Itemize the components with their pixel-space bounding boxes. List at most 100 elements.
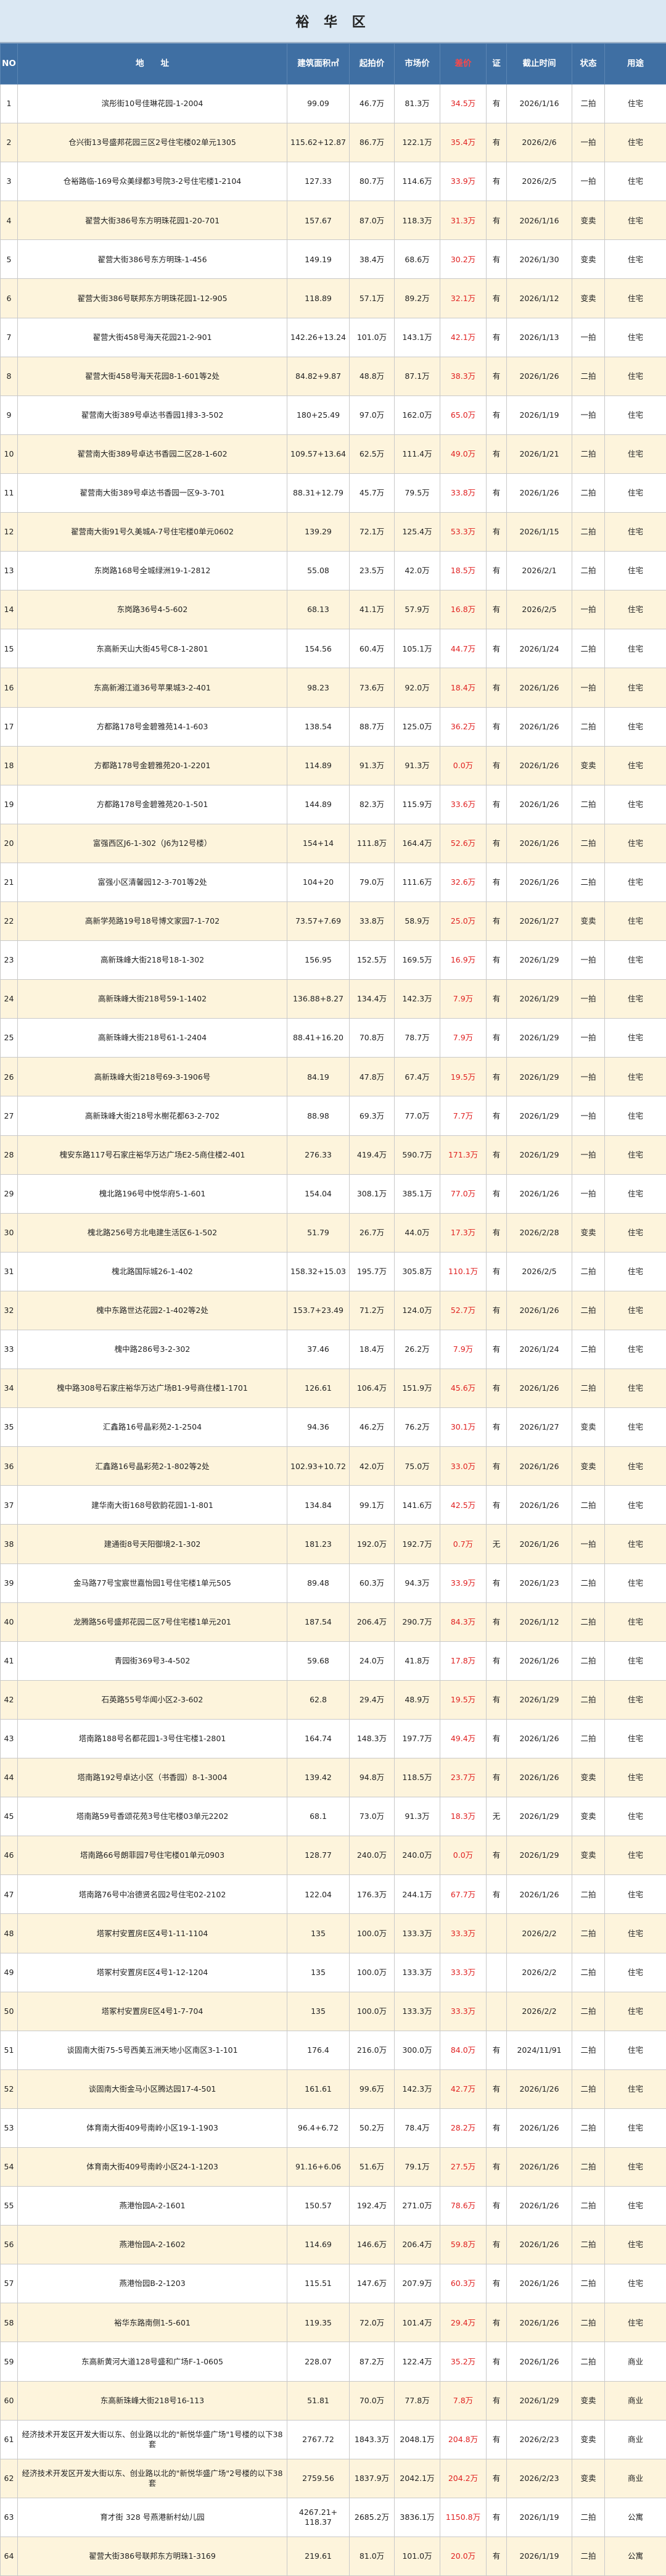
cell-status: 一拍: [572, 396, 605, 434]
cell-area: 94.36: [287, 1408, 350, 1447]
cell-discount: 27.5万: [440, 2147, 487, 2186]
cell-certificate: 有: [487, 1213, 507, 1252]
table-row: 6翟营大街386号联邦东方明珠花园1-12-905118.8957.1万89.2…: [1, 279, 666, 318]
cell-certificate: 有: [487, 162, 507, 201]
cell-address: 东高新珠峰大街218号16-113: [18, 2381, 287, 2420]
table-row: 17方都路178号金碧雅苑14-1-603138.5488.7万125.0万36…: [1, 707, 666, 746]
cell-area: 119.35: [287, 2303, 350, 2342]
cell-deadline: 2026/1/26: [507, 1758, 572, 1797]
cell-market-price: 142.3万: [395, 980, 440, 1019]
cell-area: 115.62+12.87: [287, 123, 350, 162]
cell-start-price: 57.1万: [350, 279, 395, 318]
cell-start-price: 41.1万: [350, 590, 395, 629]
cell-discount: 18.3万: [440, 1797, 487, 1836]
table-row: 23高新珠峰大街218号18-1-302156.95152.5万169.5万16…: [1, 941, 666, 980]
cell-deadline: 2026/1/26: [507, 1641, 572, 1680]
cell-start-price: 51.6万: [350, 2147, 395, 2186]
cell-market-price: 111.6万: [395, 863, 440, 901]
cell-address: 高新珠峰大街218号水榭花都63-2-702: [18, 1096, 287, 1135]
cell-discount: 7.9万: [440, 1019, 487, 1058]
cell-address: 翟营大街386号联邦东方明珠1-3169: [18, 2537, 287, 2575]
cell-no: 3: [1, 162, 18, 201]
cell-usage: 住宅: [605, 1563, 666, 1602]
cell-status: 二拍: [572, 85, 605, 123]
listing-table: NO地 址建筑面积㎡起拍价市场价差价证截止时间状态用途 1滨彤街10号佳琳花园-…: [0, 43, 666, 2576]
table-row: 39金马路77号宝宸世嘉怡园1号住宅楼1单元50589.4860.3万94.3万…: [1, 1563, 666, 1602]
cell-address: 建通街8号天阳御境2-1-302: [18, 1525, 287, 1563]
cell-market-price: 58.9万: [395, 901, 440, 940]
cell-start-price: 82.3万: [350, 785, 395, 824]
cell-market-price: 78.7万: [395, 1019, 440, 1058]
cell-certificate: [487, 1953, 507, 1992]
cell-area: 109.57+13.64: [287, 434, 350, 473]
table-row: 25高新珠峰大街218号61-1-240488.41+16.2070.8万78.…: [1, 1019, 666, 1058]
cell-certificate: 无: [487, 1525, 507, 1563]
cell-no: 21: [1, 863, 18, 901]
cell-deadline: 2026/1/26: [507, 2108, 572, 2147]
cell-deadline: 2026/2/1: [507, 552, 572, 590]
table-row: 44塔南路192号卓达小区（书香园）8-1-3004139.4294.8万118…: [1, 1758, 666, 1797]
cell-market-price: 42.0万: [395, 552, 440, 590]
cell-discount: 42.1万: [440, 318, 487, 357]
cell-status: 二拍: [572, 434, 605, 473]
cell-deadline: 2026/2/2: [507, 1992, 572, 2031]
cell-start-price: 100.0万: [350, 1992, 395, 2031]
table-row: 10翟营南大街389号卓达书香园二区28-1-602109.57+13.6462…: [1, 434, 666, 473]
cell-status: 变卖: [572, 1408, 605, 1447]
cell-no: 6: [1, 279, 18, 318]
cell-certificate: 有: [487, 2031, 507, 2069]
cell-area: 128.77: [287, 1836, 350, 1875]
cell-address: 翟营大街458号海天花园8-1-601等2处: [18, 357, 287, 396]
cell-area: 62.8: [287, 1680, 350, 1719]
cell-discount: 44.7万: [440, 629, 487, 668]
cell-no: 23: [1, 941, 18, 980]
cell-start-price: 62.5万: [350, 434, 395, 473]
cell-address: 富强小区清馨园12-3-701等2处: [18, 863, 287, 901]
cell-deadline: 2026/1/29: [507, 1680, 572, 1719]
cell-market-price: 81.3万: [395, 85, 440, 123]
cell-address: 翟营大街386号东方明珠-1-456: [18, 240, 287, 279]
cell-area: 4267.21+ 118.37: [287, 2498, 350, 2537]
cell-status: 二拍: [572, 2108, 605, 2147]
cell-deadline: 2026/1/12: [507, 1602, 572, 1641]
table-row: 60东高新珠峰大街218号16-11351.8170.0万77.8万7.8万有2…: [1, 2381, 666, 2420]
cell-start-price: 70.0万: [350, 2381, 395, 2420]
cell-usage: 住宅: [605, 1719, 666, 1758]
table-row: 34槐中路308号石家庄裕华万达广场B1-9号商住楼1-1701126.6110…: [1, 1369, 666, 1408]
cell-deadline: 2026/1/26: [507, 473, 572, 512]
cell-area: 139.29: [287, 513, 350, 552]
cell-deadline: 2026/2/23: [507, 2420, 572, 2459]
cell-address: 富强西区J6-1-302（J6为12号楼）: [18, 824, 287, 863]
table-row: 14东岗路36号4-5-60268.1341.1万57.9万16.8万有2026…: [1, 590, 666, 629]
cell-market-price: 44.0万: [395, 1213, 440, 1252]
cell-address: 燕港怡园A-2-1602: [18, 2226, 287, 2264]
cell-status: 一拍: [572, 1019, 605, 1058]
cell-area: 135: [287, 1992, 350, 2031]
cell-no: 18: [1, 746, 18, 785]
cell-no: 20: [1, 824, 18, 863]
table-row: 19方都路178号金碧雅苑20-1-501144.8982.3万115.9万33…: [1, 785, 666, 824]
cell-certificate: 有: [487, 2459, 507, 2498]
cell-no: 19: [1, 785, 18, 824]
cell-start-price: 240.0万: [350, 1836, 395, 1875]
cell-start-price: 87.2万: [350, 2342, 395, 2381]
cell-market-price: 2048.1万: [395, 2420, 440, 2459]
cell-area: 161.61: [287, 2069, 350, 2108]
cell-status: 二拍: [572, 2226, 605, 2264]
cell-address: 塔冢村安置房E区4号1-12-1204: [18, 1953, 287, 1992]
cell-usage: 住宅: [605, 1447, 666, 1486]
cell-status: 二拍: [572, 1330, 605, 1369]
cell-usage: 住宅: [605, 707, 666, 746]
cell-market-price: 67.4万: [395, 1058, 440, 1096]
table-row: 13东岗路168号全城绿洲19-1-281255.0823.5万42.0万18.…: [1, 552, 666, 590]
cell-area: 150.57: [287, 2187, 350, 2226]
cell-start-price: 60.3万: [350, 1563, 395, 1602]
cell-address: 燕港怡园B-2-1203: [18, 2264, 287, 2303]
table-row: 29槐北路196号中悦华府5-1-601154.04308.1万385.1万77…: [1, 1174, 666, 1213]
cell-status: 变卖: [572, 1213, 605, 1252]
cell-address: 翟营大街386号联邦东方明珠花园1-12-905: [18, 279, 287, 318]
cell-certificate: 有: [487, 1058, 507, 1096]
table-row: 7翟营大街458号海天花园21-2-901142.26+13.24101.0万1…: [1, 318, 666, 357]
cell-certificate: 有: [487, 1875, 507, 1914]
cell-deadline: 2026/1/23: [507, 1563, 572, 1602]
